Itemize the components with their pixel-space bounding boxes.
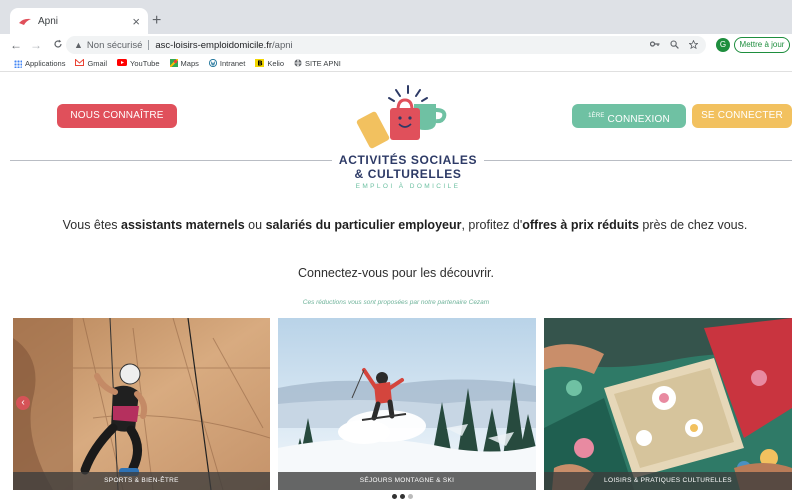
bookmark-intranet[interactable]: Intranet: [208, 58, 246, 69]
star-icon[interactable]: [688, 39, 699, 51]
asc-logo-icon: [356, 85, 447, 149]
intro-text: Vous êtes: [62, 218, 122, 232]
new-tab-button[interactable]: +: [152, 13, 161, 29]
intro-text: près de chez vous.: [638, 218, 748, 232]
bookmark-maps[interactable]: Maps: [168, 57, 199, 69]
climber-illustration: [13, 318, 270, 490]
address-bar[interactable]: ▲ Non sécurisé asc-loisirs-emploidomicil…: [66, 36, 706, 54]
slider-prev-icon[interactable]: ‹: [16, 396, 30, 410]
omnibox-separator: [148, 40, 150, 50]
profile-avatar[interactable]: G: [716, 38, 730, 52]
card-label: SPORTS & BIEN-ÊTRE: [13, 472, 270, 490]
bookmark-gmail[interactable]: Gmail: [75, 58, 108, 68]
gmail-icon: [75, 58, 85, 68]
tab-title: Apni: [38, 15, 59, 27]
category-card-loisirs[interactable]: LOISIRS & PRATIQUES CULTURELLES: [544, 318, 792, 490]
bookmark-label: Maps: [180, 59, 199, 68]
carousel-dots: [392, 494, 413, 499]
url-path: /apni: [272, 39, 293, 51]
connect-prompt: Connectez-vous pour les découvrir.: [298, 266, 494, 280]
bookmark-kelio[interactable]: B Kelio: [255, 58, 284, 69]
category-card-ski[interactable]: SÉJOURS MONTAGNE & SKI: [278, 318, 536, 490]
bookmarks-bar: Applications Gmail YouTube Maps Intranet: [0, 56, 792, 72]
premiere-label: CONNEXION: [604, 114, 670, 125]
key-icon[interactable]: [649, 40, 660, 51]
bookmark-label: Gmail: [87, 59, 108, 68]
card-label: LOISIRS & PRATIQUES CULTURELLES: [544, 472, 792, 490]
zoom-icon[interactable]: [670, 39, 679, 51]
logo-tagline: EMPLOI À DOMICILE: [355, 183, 461, 190]
premiere-connexion-button[interactable]: 1ÈRE CONNEXION: [572, 104, 686, 128]
nous-connaitre-button[interactable]: NOUS CONNAÎTRE: [57, 104, 177, 128]
header-rule-right: [484, 160, 792, 161]
svg-text:B: B: [258, 59, 263, 66]
carousel-dot[interactable]: [392, 494, 397, 499]
apni-favicon-icon: [18, 14, 32, 28]
bookmark-label: Kelio: [267, 59, 284, 68]
bookmark-label: Intranet: [219, 59, 246, 68]
carousel-dot[interactable]: [408, 494, 413, 499]
update-button[interactable]: Mettre à jour: [734, 37, 790, 53]
bookmark-applications[interactable]: Applications: [14, 59, 65, 68]
crafts-illustration: [544, 318, 792, 490]
security-label[interactable]: Non sécurisé: [87, 40, 142, 51]
tab-apni[interactable]: Apni ×: [10, 8, 148, 34]
tab-strip: Apni × +: [0, 0, 792, 34]
se-connecter-button[interactable]: SE CONNECTER: [692, 104, 792, 128]
browser-toolbar: ← → ▲ Non sécurisé asc-loisirs-emploidom…: [0, 34, 792, 56]
intro-paragraph: Vous êtes assistants maternels ou salari…: [60, 216, 750, 234]
category-card-sports[interactable]: SPORTS & BIEN-ÊTRE: [13, 318, 270, 490]
wordpress-icon: [208, 58, 217, 69]
logo-title-line1: ACTIVITÉS SOCIALES: [338, 153, 478, 167]
partner-note: Ces réductions vous sont proposées par n…: [302, 299, 490, 306]
carousel-dot[interactable]: [400, 494, 405, 499]
card-label: SÉJOURS MONTAGNE & SKI: [278, 472, 536, 490]
omnibox-actions: [649, 39, 699, 51]
kelio-icon: B: [255, 58, 265, 69]
reload-icon[interactable]: [50, 38, 66, 52]
globe-icon: [294, 58, 302, 69]
maps-icon: [168, 57, 179, 69]
youtube-icon: [117, 59, 128, 68]
bookmark-label: SITE APNI: [305, 59, 341, 68]
back-arrow-icon[interactable]: ←: [8, 38, 24, 52]
intro-bold: salariés du particulier employeur: [265, 218, 462, 232]
browser-window: Apni × + ← → ▲ Non sécurisé asc-loisirs-…: [0, 0, 792, 500]
logo-title-line2: & CULTURELLES: [354, 167, 462, 181]
header-rule-left: [10, 160, 332, 161]
premiere-superscript: 1ÈRE: [588, 113, 605, 119]
apps-grid-icon: [14, 59, 22, 68]
bookmark-youtube[interactable]: YouTube: [117, 59, 160, 68]
bookmark-label: Applications: [25, 59, 66, 68]
intro-bold: assistants maternels: [121, 218, 245, 232]
intro-text: ou: [244, 218, 266, 232]
tab-close-icon[interactable]: ×: [132, 14, 140, 29]
skier-illustration: [278, 318, 536, 490]
intro-text: , profitez d': [461, 218, 523, 232]
intro-bold: offres à prix réduits: [522, 218, 639, 232]
bookmark-label: YouTube: [130, 59, 160, 68]
bookmark-site-apni[interactable]: SITE APNI: [294, 58, 341, 69]
forward-arrow-icon[interactable]: →: [28, 38, 44, 52]
url-host: asc-loisirs-emploidomicile.fr: [155, 39, 273, 51]
warning-icon[interactable]: ▲: [74, 40, 83, 50]
